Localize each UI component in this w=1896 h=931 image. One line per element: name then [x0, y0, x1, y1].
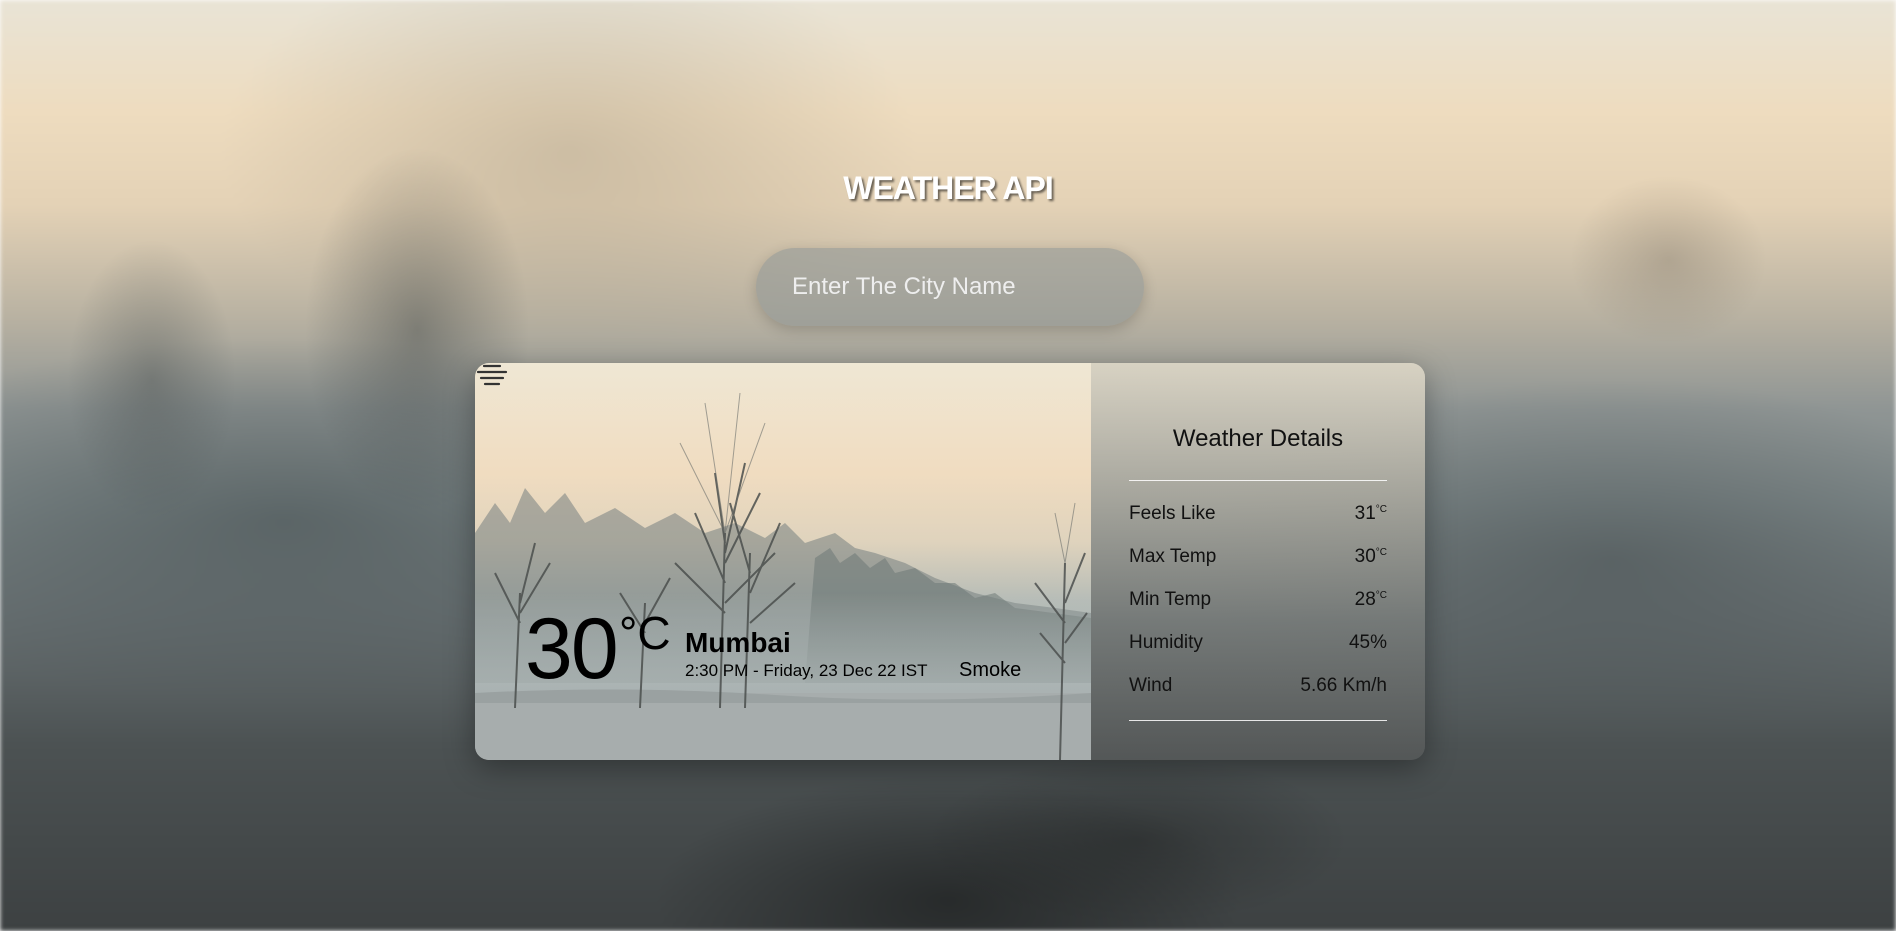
city-search-input[interactable] — [756, 248, 1144, 326]
city-name: Mumbai — [685, 627, 791, 658]
detail-value: 28°C — [1354, 589, 1387, 610]
current-weather-panel: 30 °C Mumbai 2:30 PM - Friday, 23 Dec 22… — [475, 363, 1091, 760]
detail-label: Humidity — [1129, 632, 1203, 653]
detail-row-max-temp: Max Temp 30°C — [1129, 546, 1387, 568]
detail-value: 5.66 Km/h — [1300, 675, 1387, 696]
weather-condition: Smoke — [959, 659, 1022, 681]
weather-card: 30 °C Mumbai 2:30 PM - Friday, 23 Dec 22… — [475, 363, 1425, 760]
detail-row-feels-like: Feels Like 31°C — [1129, 503, 1387, 525]
detail-row-humidity: Humidity 45% — [1129, 632, 1387, 654]
winter-landscape-illustration — [475, 392, 1091, 760]
detail-label: Min Temp — [1129, 589, 1212, 610]
haze-lines-icon — [476, 364, 508, 386]
temperature-unit: °C — [619, 607, 671, 659]
current-temperature: 30 — [525, 601, 619, 697]
details-bottom-divider — [1129, 720, 1387, 721]
detail-value: 45% — [1348, 632, 1387, 653]
detail-value: 30°C — [1354, 546, 1387, 567]
detail-label: Max Temp — [1129, 546, 1217, 567]
app-title: WEATHER API — [843, 170, 1053, 206]
detail-value: 31°C — [1354, 503, 1387, 524]
weather-details-panel: Weather Details Feels Like 31°C Max Temp… — [1091, 363, 1425, 760]
detail-label: Wind — [1129, 675, 1173, 696]
search-box — [756, 248, 1144, 326]
details-top-divider — [1129, 480, 1387, 481]
detail-row-wind: Wind 5.66 Km/h — [1129, 675, 1387, 697]
local-datetime: 2:30 PM - Friday, 23 Dec 22 IST — [685, 661, 928, 680]
details-title: Weather Details — [1172, 425, 1344, 452]
detail-row-min-temp: Min Temp 28°C — [1129, 589, 1387, 611]
weather-page: WEATHER API Enter The City Name 30 °C Mu… — [0, 0, 1896, 931]
detail-label: Feels Like — [1129, 503, 1216, 524]
